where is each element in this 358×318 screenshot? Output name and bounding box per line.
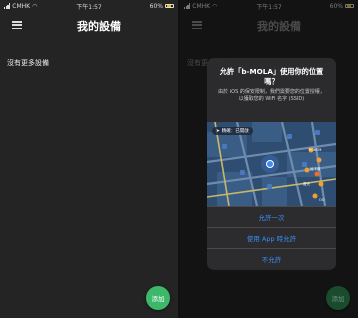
battery-icon: [165, 3, 174, 9]
battery-percent: 60%: [149, 2, 163, 10]
dialog-title: 允許「b-MOLA」使用你的位置嗎？: [219, 67, 324, 86]
location-map: ➤ 精確：已開啟 POKEM 地下道 燈光 OO: [207, 122, 336, 206]
status-bar: CMHK ◠ 下午1:57 60%: [0, 0, 178, 12]
add-device-button[interactable]: 添加: [146, 286, 170, 310]
carrier-label: CMHK: [12, 2, 31, 10]
signal-icon: [4, 3, 11, 9]
empty-device-list-text: 沒有更多設備: [7, 59, 49, 67]
wifi-icon: ◠: [32, 2, 38, 10]
precise-location-toggle[interactable]: ➤ 精確：已開啟: [212, 127, 253, 135]
allow-while-using-button[interactable]: 使用 App 時允許: [207, 227, 336, 247]
menu-icon[interactable]: [12, 21, 22, 29]
map-label: POKEM: [309, 148, 322, 152]
map-label: 燈光: [303, 182, 310, 186]
deny-button[interactable]: 不允許: [207, 248, 336, 268]
page-title: 我的設備: [77, 20, 121, 33]
map-label: OO: [319, 198, 325, 202]
map-label: 地下道: [310, 167, 321, 171]
app-bar: 我的設備: [0, 12, 178, 40]
app-screen-with-dialog: CMHK ◠ 下午1:57 60% 我的設備 沒有更多設備 添加 允許「b-MO…: [180, 0, 358, 318]
location-permission-dialog: 允許「b-MOLA」使用你的位置嗎？ 由於 iOS 的保安限制，我們需要您的位置…: [207, 58, 336, 270]
precise-location-label: 精確：已開啟: [221, 129, 249, 134]
dialog-message: 由於 iOS 的保安限制，我們需要您的位置授權，以獲取您的 WiFi 名字 (S…: [218, 89, 325, 102]
allow-once-button[interactable]: 允許一次: [207, 206, 336, 226]
location-arrow-icon: ➤: [216, 128, 220, 134]
app-screen: CMHK ◠ 下午1:57 60% 我的設備 沒有更多設備 添加: [0, 0, 178, 318]
